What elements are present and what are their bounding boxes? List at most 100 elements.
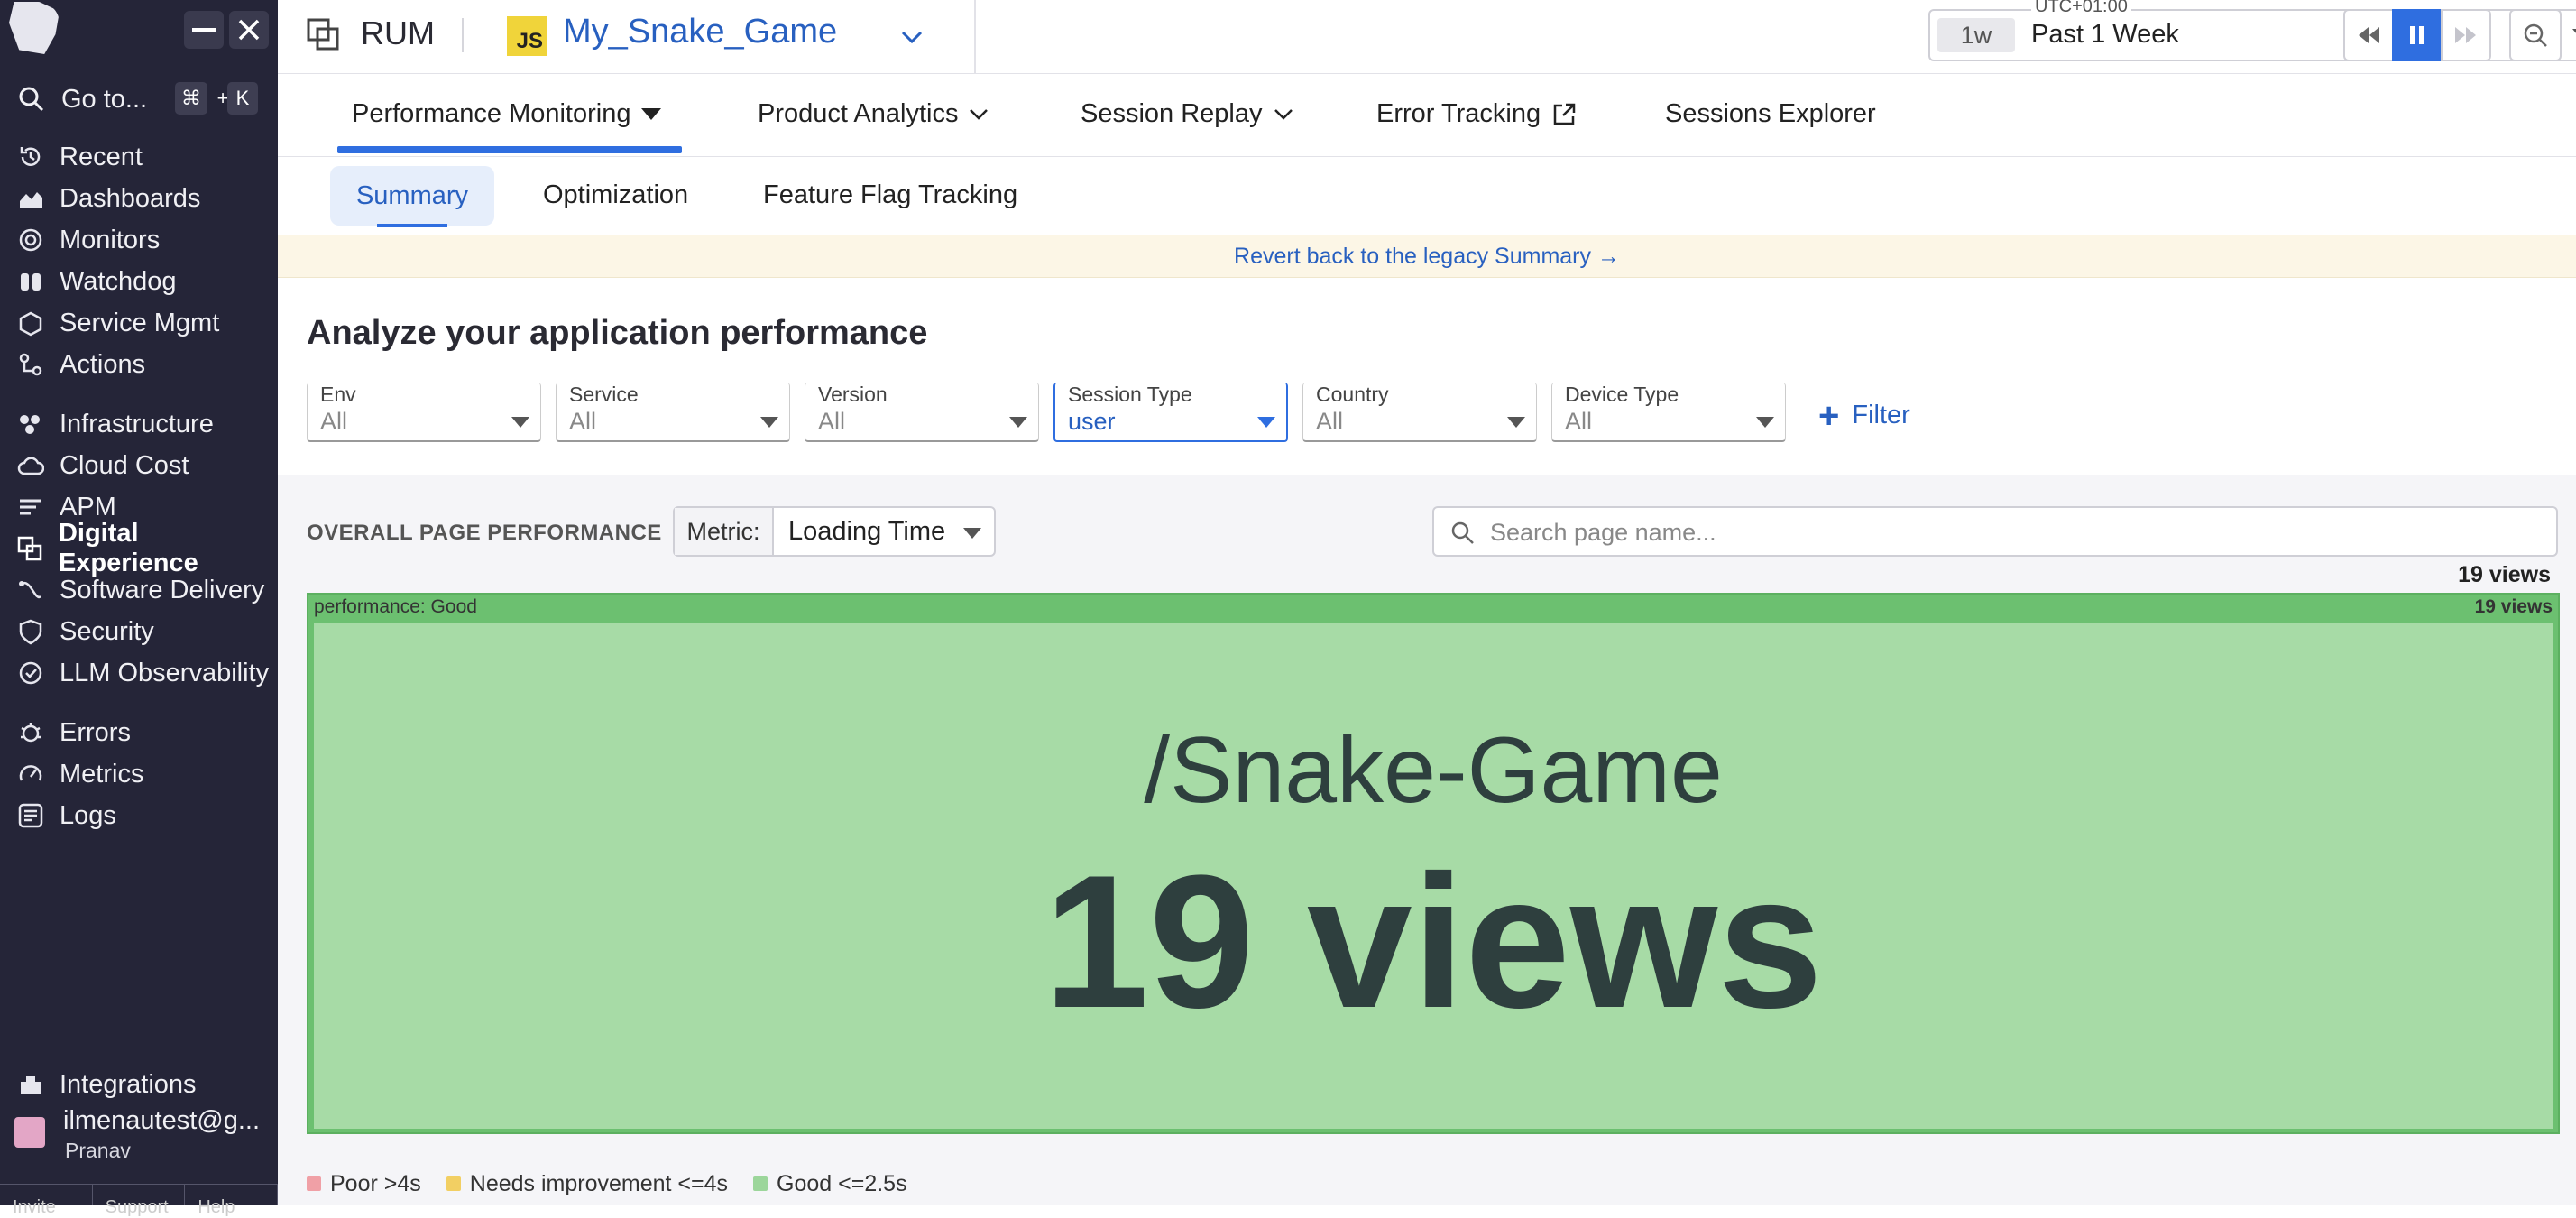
add-filter-button[interactable]: + Filter	[1818, 398, 1910, 434]
sidebar-item-logs[interactable]: Logs	[0, 796, 278, 835]
sidebar-item-service-mgmt[interactable]: Service Mgmt	[0, 303, 278, 343]
tab-performance-monitoring[interactable]: Performance Monitoring	[352, 99, 662, 129]
invite-link[interactable]: Invite	[0, 1185, 93, 1217]
sidebar-item-security[interactable]: Security	[0, 612, 278, 651]
sidebar-item-metrics[interactable]: Metrics	[0, 754, 278, 794]
subtab-optimization[interactable]: Optimization	[543, 180, 688, 210]
main-tabs: Performance Monitoring Product Analytics…	[278, 74, 2576, 157]
sidebar-item-watchdog[interactable]: Watchdog	[0, 262, 278, 301]
filter-value: All	[1316, 408, 1344, 435]
close-button[interactable]	[229, 11, 269, 49]
product-label: RUM	[361, 14, 435, 51]
monitors-icon	[16, 226, 45, 254]
treemap-page-views: 19 views	[1044, 835, 1823, 1047]
chevron-down-icon[interactable]	[898, 23, 925, 51]
zoom-out-button[interactable]	[2509, 9, 2562, 61]
help-link[interactable]: Help	[185, 1185, 279, 1217]
search-input[interactable]	[1490, 515, 2536, 549]
filter-label: Device Type	[1565, 383, 1679, 406]
user-profile[interactable]: ilmenautest@g... Pranav	[0, 1103, 278, 1167]
page-search	[1432, 506, 2558, 557]
filter-value: All	[569, 408, 597, 435]
sidebar-item-label: Monitors	[60, 225, 161, 254]
treemap-cell-snake-game[interactable]: /Snake-Game 19 views	[312, 622, 2554, 1130]
sidebar-item-digital-experience[interactable]: Digital Experience	[0, 519, 278, 577]
subtab-feature-flag-tracking[interactable]: Feature Flag Tracking	[763, 180, 1017, 210]
user-name: Pranav	[65, 1139, 131, 1162]
metric-value: Loading Time	[788, 517, 946, 546]
legend-item-needs-improvement: Needs improvement <=4s	[446, 1171, 728, 1197]
filter-service[interactable]: Service All	[556, 383, 790, 442]
integrations-icon	[16, 1070, 45, 1099]
time-range-short: 1w	[1937, 18, 2015, 52]
sidebar-item-integrations[interactable]: Integrations	[0, 1065, 278, 1104]
cloud-cost-icon	[16, 451, 45, 480]
errors-icon	[16, 718, 45, 747]
app-selector[interactable]: My_Snake_Game	[563, 13, 837, 51]
sidebar-item-monitors[interactable]: Monitors	[0, 220, 278, 260]
caret-down-icon	[1257, 417, 1275, 428]
sidebar-item-label: Dashboards	[60, 183, 201, 213]
sidebar-item-recent[interactable]: Recent	[0, 137, 278, 177]
caret-down-icon[interactable]	[2572, 29, 2576, 40]
software-delivery-icon	[16, 576, 45, 604]
sidebar-item-cloud-cost[interactable]: Cloud Cost	[0, 446, 278, 485]
filter-env[interactable]: Env All	[307, 383, 541, 442]
sidebar-item-label: Infrastructure	[60, 409, 214, 438]
shortcut-k-key: K	[227, 82, 258, 115]
filter-session-type[interactable]: Session Type user	[1053, 383, 1288, 442]
active-tab-indicator	[337, 146, 682, 153]
fast-forward-button[interactable]	[2441, 9, 2491, 61]
treemap-group-count: 19 views	[2474, 596, 2553, 617]
sidebar-item-infrastructure[interactable]: Infrastructure	[0, 404, 278, 444]
treemap-group-label: performance: Good	[314, 596, 477, 617]
minimize-button[interactable]	[184, 11, 224, 49]
active-subtab-indicator	[377, 224, 447, 227]
legend-label: Poor >4s	[330, 1170, 421, 1196]
add-filter-label: Filter	[1852, 401, 1910, 429]
tab-error-tracking[interactable]: Error Tracking	[1376, 99, 1577, 129]
legend-swatch	[307, 1176, 321, 1191]
tab-label: Product Analytics	[758, 99, 959, 128]
tab-sessions-explorer[interactable]: Sessions Explorer	[1665, 99, 1876, 129]
goto-search[interactable]: Go to... ⌘ + K	[0, 74, 278, 125]
legend-label: Needs improvement <=4s	[469, 1170, 729, 1196]
infrastructure-icon	[16, 410, 45, 438]
sidebar-item-llm-observability[interactable]: LLM Observability	[0, 653, 278, 693]
sidebar-item-actions[interactable]: Actions	[0, 345, 278, 384]
datadog-logo-icon[interactable]	[9, 2, 60, 54]
sidebar-item-dashboards[interactable]: Dashboards	[0, 179, 278, 218]
filter-label: Service	[569, 383, 639, 406]
filter-value: All	[1565, 408, 1593, 435]
filter-label: Version	[818, 383, 888, 406]
support-link[interactable]: Support	[93, 1185, 186, 1217]
filter-label: Env	[320, 383, 356, 406]
filter-country[interactable]: Country All	[1302, 383, 1537, 442]
binoculars-icon	[16, 267, 45, 296]
tab-product-analytics[interactable]: Product Analytics	[758, 99, 989, 129]
filter-version[interactable]: Version All	[805, 383, 1039, 442]
sidebar-item-errors[interactable]: Errors	[0, 713, 278, 752]
sidebar-footer: Invite Support Help	[0, 1184, 279, 1217]
caret-down-icon	[1756, 417, 1774, 428]
metric-selector[interactable]: Metric: Loading Time	[673, 506, 996, 557]
filter-value: user	[1068, 408, 1116, 435]
legacy-summary-link[interactable]: Revert back to the legacy Summary →	[278, 235, 2576, 278]
metric-label: Metric:	[675, 508, 774, 555]
sidebar-item-label: Watchdog	[60, 266, 177, 296]
tab-session-replay[interactable]: Session Replay	[1081, 99, 1293, 129]
performance-panel: OVERALL PAGE PERFORMANCE Metric: Loading…	[278, 475, 2576, 1205]
llm-observability-icon	[16, 659, 45, 687]
sidebar-item-label: Software Delivery	[60, 575, 265, 604]
rewind-button[interactable]	[2343, 9, 2394, 61]
subtab-summary[interactable]: Summary	[330, 166, 494, 226]
user-email: ilmenautest@g...	[63, 1106, 261, 1135]
tab-label: Performance Monitoring	[352, 99, 631, 128]
pause-button[interactable]	[2392, 9, 2443, 61]
sidebar-item-software-delivery[interactable]: Software Delivery	[0, 570, 278, 610]
legend-swatch	[753, 1176, 768, 1191]
shortcut-cmd-key: ⌘	[175, 82, 207, 115]
filter-device-type[interactable]: Device Type All	[1551, 383, 1786, 442]
dashboards-icon	[16, 184, 45, 213]
chevron-down-icon	[1274, 108, 1293, 120]
